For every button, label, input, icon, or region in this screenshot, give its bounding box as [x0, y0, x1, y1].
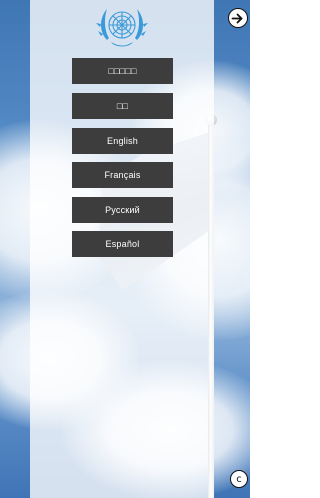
language-button-1[interactable]: □□□□□	[72, 58, 173, 84]
language-selection-screen: □□□□□ □□ English Français Русский Españo…	[0, 0, 250, 498]
language-button-spanish[interactable]: Español	[72, 231, 173, 257]
next-button[interactable]	[228, 8, 248, 28]
language-button-french[interactable]: Français	[72, 162, 173, 188]
language-button-english[interactable]: English	[72, 128, 173, 154]
un-emblem-icon	[96, 9, 148, 47]
copyright-button[interactable]: c	[230, 470, 248, 488]
language-button-russian[interactable]: Русский	[72, 197, 173, 223]
language-button-2[interactable]: □□	[72, 93, 173, 119]
arrow-right-circle-icon	[231, 13, 243, 23]
